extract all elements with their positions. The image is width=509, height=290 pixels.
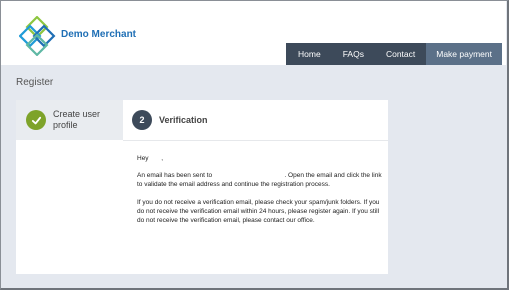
logo-icon <box>19 16 56 56</box>
step-verification-label: Verification <box>159 115 208 125</box>
greeting-text: Hey <box>137 155 149 162</box>
step-number-badge: 2 <box>132 110 152 130</box>
main-nav: Home FAQs Contact Make payment <box>286 43 502 65</box>
step-create-profile-label: Create user profile <box>53 109 101 130</box>
nav-home[interactable]: Home <box>286 43 332 65</box>
step-complete-badge <box>26 110 46 130</box>
step-create-profile: Create user profile <box>16 100 123 140</box>
no-email-paragraph: If you do not receive a verification ema… <box>137 199 380 224</box>
nav-faqs[interactable]: FAQs <box>331 43 375 65</box>
checkmark-icon <box>31 116 41 124</box>
page-title: Register <box>16 77 54 88</box>
brand-name[interactable]: Demo Merchant <box>61 29 136 40</box>
divider <box>123 140 388 141</box>
registration-panel: Create user profile 2 Verification Hey ,… <box>16 100 388 274</box>
verification-message: Hey , An email has been sent to . Open t… <box>137 154 382 234</box>
site-header: Demo Merchant Home FAQs Contact Make pay… <box>1 1 506 65</box>
email-sent-start: An email has been sent to <box>137 172 213 179</box>
greeting-end: , <box>161 155 164 162</box>
nav-contact[interactable]: Contact <box>374 43 427 65</box>
email-sent-paragraph: An email has been sent to . Open the ema… <box>137 171 382 189</box>
make-payment-button[interactable]: Make payment <box>426 43 502 65</box>
greeting-line: Hey , <box>137 154 382 163</box>
